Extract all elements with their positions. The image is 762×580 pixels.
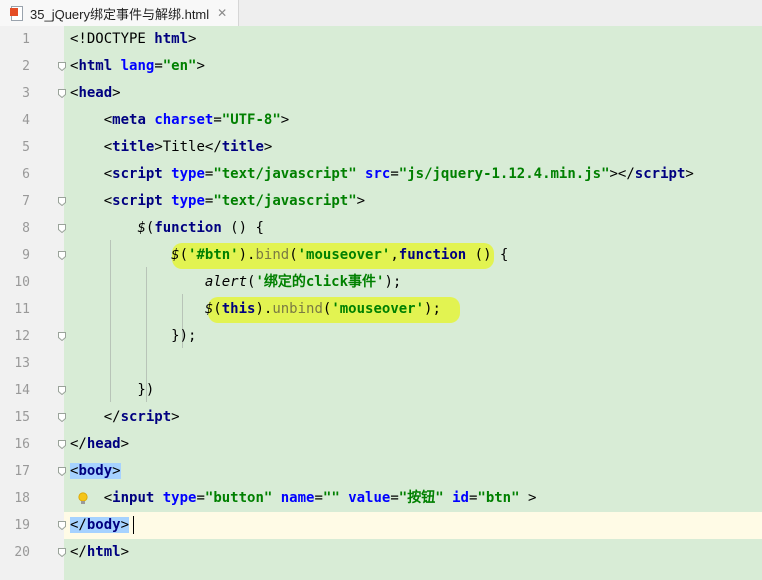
file-tab[interactable]: 35_jQuery绑定事件与解绑.html ✕ (0, 0, 239, 26)
code-text: <!DOCTYPE html> (70, 31, 197, 47)
code-text: <meta charset="UTF-8"> (70, 112, 290, 128)
line-number: 9 (22, 248, 30, 263)
fold-marker-icon[interactable] (58, 386, 66, 395)
code-line[interactable]: 7 <script type="text/javascript"> (0, 188, 762, 215)
code-text: }); (70, 328, 197, 344)
line-number: 12 (14, 329, 30, 344)
code-line[interactable]: 11 $(this).unbind('mouseover'); (0, 296, 762, 323)
fold-marker-icon[interactable] (58, 197, 66, 206)
code-line[interactable]: 1 <!DOCTYPE html> (0, 26, 762, 53)
code-text: $('#btn').bind('mouseover',function () { (171, 247, 509, 263)
code-line[interactable]: 20 </html> (0, 539, 762, 566)
code-line[interactable]: 5 <title>Title</title> (0, 134, 762, 161)
code-text: <title>Title</title> (70, 139, 273, 155)
code-line[interactable]: 9 $('#btn').bind('mouseover',function ()… (0, 242, 762, 269)
code-editor[interactable]: 1 <!DOCTYPE html> 2 <html lang="en"> 3 <head>… (0, 26, 762, 580)
code-line[interactable]: 14 }) (0, 377, 762, 404)
line-number: 2 (22, 59, 30, 74)
line-number: 5 (22, 140, 30, 155)
text-cursor (133, 516, 134, 534)
code-text: alert('绑定的click事件'); (204, 274, 402, 290)
code-line[interactable]: 8 $(function () { (0, 215, 762, 242)
fold-marker-icon[interactable] (58, 251, 66, 260)
html-file-icon (10, 5, 24, 21)
code-text: <html lang="en"> (70, 58, 205, 74)
fold-marker-icon[interactable] (58, 89, 66, 98)
line-number: 17 (14, 464, 30, 479)
line-number: 3 (22, 86, 30, 101)
code-line[interactable]: 10 alert('绑定的click事件'); (0, 269, 762, 296)
line-number: 4 (22, 113, 30, 128)
line-number: 19 (14, 518, 30, 533)
fold-marker-icon[interactable] (58, 521, 66, 530)
code-line[interactable]: 13 (0, 350, 762, 377)
code-line[interactable]: 3 <head> (0, 80, 762, 107)
line-number: 8 (22, 221, 30, 236)
line-number: 13 (14, 356, 30, 371)
fold-marker-icon[interactable] (58, 440, 66, 449)
code-text: </script> (70, 409, 180, 425)
code-line[interactable]: 6 <script type="text/javascript" src="js… (0, 161, 762, 188)
line-number: 7 (22, 194, 30, 209)
fold-marker-icon[interactable] (58, 224, 66, 233)
fold-marker-icon[interactable] (58, 332, 66, 341)
line-number: 10 (14, 275, 30, 290)
code-text: $(function () { (137, 220, 264, 236)
file-tab-title: 35_jQuery绑定事件与解绑.html (30, 6, 210, 22)
code-text: </html> (70, 544, 130, 560)
code-line[interactable]: 19 </body> (0, 512, 762, 539)
line-number: 6 (22, 167, 30, 182)
code-text: </head> (70, 436, 130, 452)
code-text: <script type="text/javascript" src="js/j… (70, 166, 694, 182)
line-number: 15 (14, 410, 30, 425)
fold-marker-icon[interactable] (58, 467, 66, 476)
code-line[interactable]: 12 }); (0, 323, 762, 350)
line-number: 1 (22, 32, 30, 47)
line-number: 14 (14, 383, 30, 398)
code-text: }) (70, 382, 155, 398)
code-line[interactable]: 2 <html lang="en"> (0, 53, 762, 80)
lightbulb-icon[interactable] (78, 491, 88, 505)
code-line[interactable]: 15 </script> (0, 404, 762, 431)
fold-marker-icon[interactable] (58, 62, 66, 71)
code-text: </body> (70, 517, 130, 533)
code-line[interactable]: 18 <input type="button" name="" value="按… (0, 485, 762, 512)
line-number: 16 (14, 437, 30, 452)
close-tab-icon[interactable]: ✕ (217, 6, 227, 20)
line-number: 11 (14, 302, 30, 317)
line-number: 18 (14, 491, 30, 506)
fold-marker-icon[interactable] (58, 548, 66, 557)
code-text: <body> (70, 463, 121, 479)
editor-tab-bar: 35_jQuery绑定事件与解绑.html ✕ (0, 0, 762, 27)
code-text: <input type="button" name="" value="按钮" … (70, 490, 537, 506)
line-number: 20 (14, 545, 30, 560)
code-line[interactable]: 17 <body> (0, 458, 762, 485)
code-line[interactable]: 4 <meta charset="UTF-8"> (0, 107, 762, 134)
code-line[interactable]: 16 </head> (0, 431, 762, 458)
code-text: <head> (70, 85, 121, 101)
code-text: $(this).unbind('mouseover'); (204, 301, 441, 317)
code-text: <script type="text/javascript"> (70, 193, 366, 209)
fold-marker-icon[interactable] (58, 413, 66, 422)
